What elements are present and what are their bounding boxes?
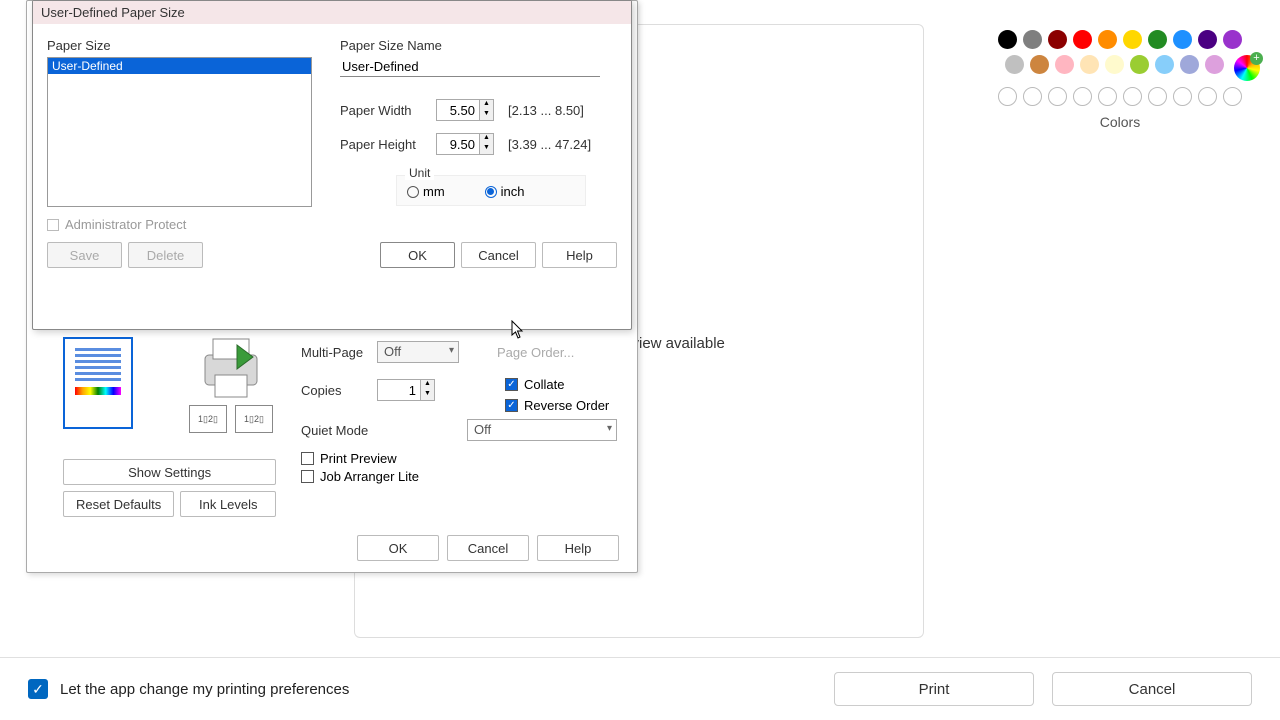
color-swatch-empty[interactable]	[1023, 87, 1042, 106]
reverse-order-label: Reverse Order	[524, 398, 609, 413]
width-up-icon[interactable]: ▲	[480, 100, 493, 110]
color-swatch[interactable]	[1223, 30, 1242, 49]
paper-height-input[interactable]	[437, 134, 479, 154]
paper-width-spinner[interactable]: ▲▼	[436, 99, 494, 121]
color-swatch[interactable]	[1198, 30, 1217, 49]
page-order-button: Page Order...	[497, 345, 574, 360]
printer-icon	[191, 333, 271, 403]
ink-levels-button[interactable]: Ink Levels	[180, 491, 276, 517]
collate-label: Collate	[524, 377, 564, 392]
print-button[interactable]: Print	[834, 672, 1034, 706]
dialog-title: User-Defined Paper Size	[33, 1, 631, 24]
color-swatch[interactable]	[1005, 55, 1024, 74]
delete-button: Delete	[128, 242, 203, 268]
quiet-mode-label: Quiet Mode	[301, 423, 387, 438]
page-preview-thumb[interactable]	[63, 337, 133, 429]
reset-defaults-button[interactable]: Reset Defaults	[63, 491, 174, 517]
copies-up-icon[interactable]: ▲	[421, 380, 434, 390]
color-swatch[interactable]	[998, 30, 1017, 49]
ok-button[interactable]: OK	[380, 242, 455, 268]
multipage-dropdown[interactable]: Off	[377, 341, 459, 363]
color-swatch[interactable]	[1173, 30, 1192, 49]
width-down-icon[interactable]: ▼	[480, 110, 493, 120]
print-cancel-button[interactable]: Cancel	[447, 535, 529, 561]
color-swatch-empty[interactable]	[1173, 87, 1192, 106]
paper-size-listbox[interactable]: User-Defined	[47, 57, 312, 207]
paper-width-label: Paper Width	[340, 103, 422, 118]
color-swatch[interactable]	[1023, 30, 1042, 49]
color-swatch[interactable]	[1098, 30, 1117, 49]
color-swatch[interactable]	[1155, 55, 1174, 74]
height-down-icon[interactable]: ▼	[480, 144, 493, 154]
rotate-right-icon[interactable]: 1▯2▯	[235, 405, 273, 433]
app-prefs-label: Let the app change my printing preferenc…	[60, 681, 349, 698]
color-swatch-empty[interactable]	[1048, 87, 1067, 106]
color-swatch[interactable]	[1130, 55, 1149, 74]
color-swatch[interactable]	[1148, 30, 1167, 49]
bottom-bar: Let the app change my printing preferenc…	[0, 657, 1280, 720]
color-palette: Colors	[960, 30, 1280, 130]
quiet-mode-dropdown[interactable]: Off	[467, 419, 617, 441]
paper-size-label: Paper Size	[47, 38, 312, 53]
cancel-button[interactable]: Cancel	[461, 242, 536, 268]
copies-label: Copies	[301, 383, 369, 398]
print-ok-button[interactable]: OK	[357, 535, 439, 561]
color-swatch[interactable]	[1030, 55, 1049, 74]
job-arranger-checkbox[interactable]	[301, 470, 314, 483]
custom-color-icon[interactable]	[1234, 55, 1260, 81]
unit-inch-radio[interactable]: inch	[485, 184, 525, 199]
height-up-icon[interactable]: ▲	[480, 134, 493, 144]
unit-label: Unit	[405, 166, 434, 180]
paper-width-input[interactable]	[437, 100, 479, 120]
paper-size-name-input[interactable]	[340, 57, 600, 77]
color-swatch[interactable]	[1180, 55, 1199, 74]
color-swatch[interactable]	[1073, 30, 1092, 49]
paper-height-label: Paper Height	[340, 137, 422, 152]
reverse-order-checkbox[interactable]	[505, 399, 518, 412]
print-help-button[interactable]: Help	[537, 535, 619, 561]
admin-protect-checkbox	[47, 219, 59, 231]
help-button[interactable]: Help	[542, 242, 617, 268]
color-swatch[interactable]	[1048, 30, 1067, 49]
color-swatch-empty[interactable]	[1073, 87, 1092, 106]
color-swatch-empty[interactable]	[1198, 87, 1217, 106]
unit-mm-radio[interactable]: mm	[407, 184, 445, 199]
show-settings-button[interactable]: Show Settings	[63, 459, 276, 485]
print-preview-checkbox[interactable]	[301, 452, 314, 465]
color-swatch-empty[interactable]	[1098, 87, 1117, 106]
paper-height-spinner[interactable]: ▲▼	[436, 133, 494, 155]
color-swatch[interactable]	[980, 55, 999, 74]
copies-spinner[interactable]: ▲▼	[377, 379, 435, 401]
color-swatch[interactable]	[1080, 55, 1099, 74]
app-prefs-checkbox[interactable]	[28, 679, 48, 699]
color-swatch[interactable]	[1105, 55, 1124, 74]
save-button: Save	[47, 242, 122, 268]
colors-label: Colors	[960, 114, 1280, 130]
color-swatch[interactable]	[1055, 55, 1074, 74]
print-preview-label: Print Preview	[320, 451, 397, 466]
multipage-label: Multi-Page	[301, 345, 369, 360]
copies-input[interactable]	[378, 380, 420, 400]
admin-protect-label: Administrator Protect	[65, 217, 186, 232]
color-swatch-empty[interactable]	[998, 87, 1017, 106]
color-swatch-empty[interactable]	[1148, 87, 1167, 106]
color-swatch[interactable]	[1123, 30, 1142, 49]
paper-width-range: [2.13 ... 8.50]	[508, 103, 584, 118]
collate-checkbox[interactable]	[505, 378, 518, 391]
paper-size-name-label: Paper Size Name	[340, 38, 617, 53]
cancel-print-button[interactable]: Cancel	[1052, 672, 1252, 706]
rotate-left-icon[interactable]: 1▯2▯	[189, 405, 227, 433]
copies-down-icon[interactable]: ▼	[421, 390, 434, 400]
paper-height-range: [3.39 ... 47.24]	[508, 137, 591, 152]
color-swatch[interactable]	[1205, 55, 1224, 74]
color-swatch-empty[interactable]	[1123, 87, 1142, 106]
paper-size-item-selected[interactable]: User-Defined	[48, 58, 311, 74]
user-defined-paper-dialog: User-Defined Paper Size Paper Size User-…	[32, 0, 632, 330]
job-arranger-label: Job Arranger Lite	[320, 469, 419, 484]
color-swatch-empty[interactable]	[1223, 87, 1242, 106]
